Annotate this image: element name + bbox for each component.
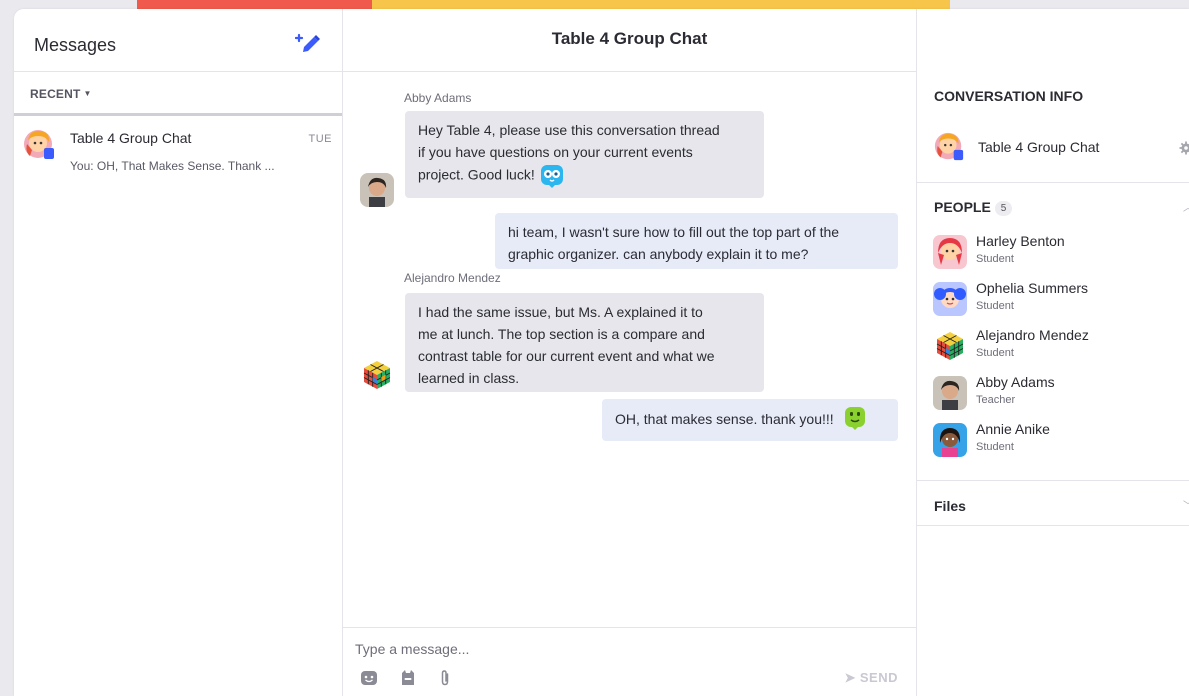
sticker-icon[interactable]: [399, 669, 417, 687]
conversation-item[interactable]: Table 4 Group Chat TUE You: OH, That Mak…: [14, 116, 342, 186]
message-sender: Alejandro Mendez: [404, 271, 501, 285]
chevron-down-icon: ﹀: [1183, 497, 1189, 512]
person-role: Teacher: [976, 394, 1016, 406]
conversation-day: TUE: [308, 133, 332, 145]
message-line: I had the same issue, but Ms. A explaine…: [418, 304, 703, 320]
message-line: graphic organizer. can anybody explain i…: [508, 246, 809, 262]
conversation-title: Table 4 Group Chat: [70, 130, 192, 146]
files-section[interactable]: Files ﹀: [917, 480, 1189, 526]
person-name: Harley Benton: [976, 233, 1065, 249]
info-conversation-row: Table 4 Group Chat: [917, 127, 1189, 183]
person-name: Alejandro Mendez: [976, 327, 1089, 343]
message-input[interactable]: [355, 638, 755, 660]
rubiks-cube-avatar: [363, 361, 391, 389]
message-line: if you have questions on your current ev…: [418, 144, 693, 160]
message-line: OH, that makes sense. thank you!!!: [615, 411, 834, 427]
chevron-up-icon[interactable]: ︿: [1183, 199, 1189, 214]
send-button[interactable]: ➤ SEND: [844, 670, 898, 686]
message-sender: Abby Adams: [404, 91, 472, 105]
person-role: Student: [976, 300, 1014, 312]
emoji-icon[interactable]: [360, 669, 378, 687]
compose-pencil-icon[interactable]: [295, 31, 323, 59]
strip-red-segment: [137, 0, 372, 9]
person-harley-benton[interactable]: Harley Benton Student: [917, 231, 1189, 275]
person-role: Student: [976, 347, 1014, 359]
conversation-sidebar: Messages RECENT▼ Table 4 Group Chat TUE: [14, 9, 343, 696]
annie-anike-avatar: [933, 423, 967, 457]
paperclip-icon[interactable]: [436, 669, 454, 687]
people-count-badge: 5: [994, 201, 1013, 216]
message-line: hi team, I wasn't sure how to fill out t…: [508, 224, 840, 240]
message-line: project. Good luck!: [418, 163, 751, 189]
strip-yellow-segment: [372, 0, 950, 9]
chat-pane: Table 4 Group Chat Abby Adams Hey Table …: [343, 9, 916, 696]
conversation-preview: You: OH, That Makes Sense. Thank ...: [70, 159, 275, 173]
message-bubble-outgoing: OH, that makes sense. thank you!!!: [602, 399, 898, 441]
sidebar-header: Messages: [14, 9, 342, 72]
sidebar-title: Messages: [34, 35, 117, 55]
recent-filter: RECENT ▼: [14, 72, 342, 116]
group-chat-avatar: [24, 130, 54, 159]
person-name: Annie Anike: [976, 421, 1050, 437]
person-name: Ophelia Summers: [976, 280, 1089, 296]
rubiks-cube-avatar: [936, 332, 964, 360]
recent-dropdown[interactable]: RECENT ▼: [30, 87, 92, 101]
owl-emoji-icon: [540, 165, 563, 188]
send-arrow-icon: ➤: [844, 670, 856, 685]
info-conversation-name: Table 4 Group Chat: [978, 139, 1100, 155]
person-role: Student: [976, 441, 1014, 453]
harley-benton-avatar: [933, 235, 967, 269]
message-composer: ➤SEND: [343, 627, 916, 696]
person-role: Student: [976, 253, 1014, 265]
person-alejandro-mendez[interactable]: Alejandro Mendez Student: [917, 325, 1189, 369]
message-line: me at lunch. The top section is a compar…: [418, 326, 705, 342]
abby-adams-avatar: [360, 173, 394, 207]
chat-title: Table 4 Group Chat: [343, 9, 916, 72]
top-color-strip: [0, 0, 1189, 9]
person-abby-adams[interactable]: Abby Adams Teacher: [917, 372, 1189, 416]
abby-adams-avatar: [933, 376, 967, 410]
message-line-text: project. Good luck!: [418, 166, 535, 183]
recent-label: RECENT: [30, 87, 81, 101]
messages-window: Messages RECENT▼ Table 4 Group Chat TUE: [14, 9, 1189, 696]
person-annie-anike[interactable]: Annie Anike Student: [917, 419, 1189, 463]
caret-down-icon: ▼: [83, 89, 92, 98]
info-title: CONVERSATION INFO: [934, 88, 1084, 104]
gear-icon[interactable]: [1179, 141, 1189, 155]
group-chat-avatar: [934, 132, 964, 161]
person-ophelia-summers[interactable]: Ophelia Summers Student: [917, 278, 1189, 322]
files-label: Files: [934, 498, 966, 514]
message-bubble: I had the same issue, but Ms. A explaine…: [405, 293, 764, 392]
people-label: PEOPLE: [934, 199, 991, 215]
message-bubble: Hey Table 4, please use this conversatio…: [405, 111, 764, 198]
conversation-info-panel: CONVERSATION INFO Table 4 Group Chat PEO…: [916, 9, 1189, 696]
people-section-header: PEOPLE 5: [934, 199, 1013, 216]
message-line: Hey Table 4, please use this conversatio…: [418, 122, 720, 138]
message-line: contrast table for our current event and…: [418, 348, 715, 364]
person-name: Abby Adams: [976, 374, 1055, 390]
message-line: learned in class.: [418, 370, 520, 386]
ophelia-summers-avatar: [933, 282, 967, 316]
message-bubble-outgoing: hi team, I wasn't sure how to fill out t…: [495, 213, 898, 269]
green-monster-emoji-icon: [844, 407, 865, 431]
send-label: SEND: [859, 670, 898, 685]
message-thread: Abby Adams Hey Table 4, please use this …: [343, 72, 916, 627]
